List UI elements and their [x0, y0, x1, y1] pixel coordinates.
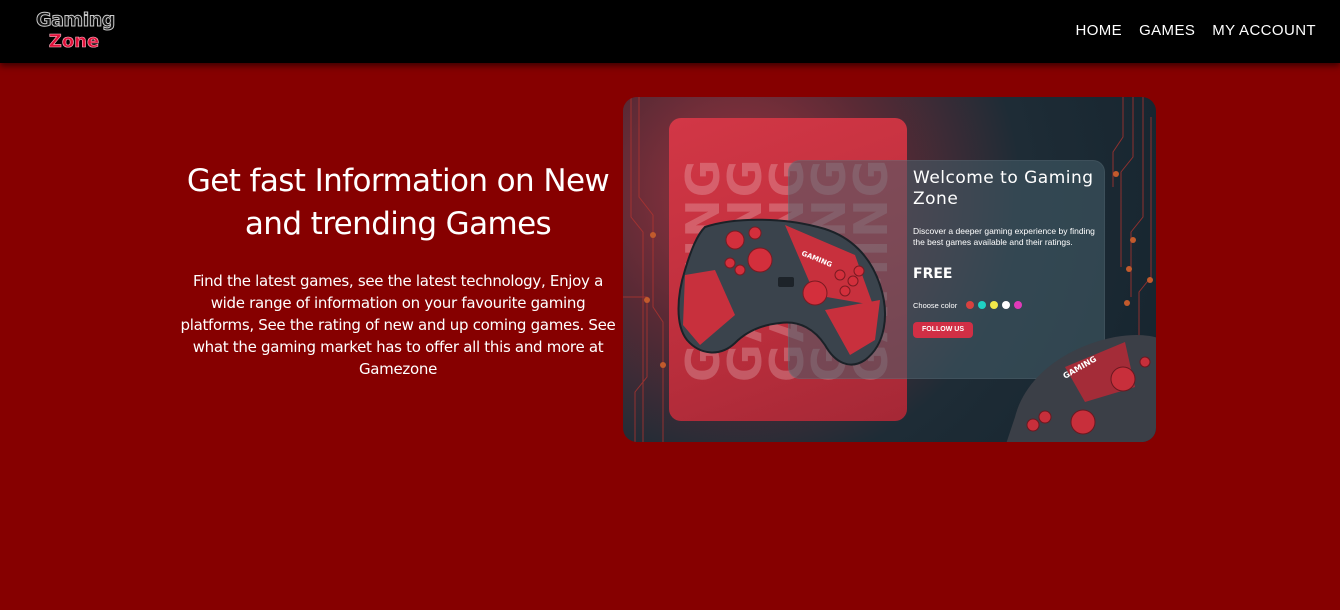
- promo-banner-image: GAMING GAMING GAMING GAMING GAMING GAMIN…: [623, 97, 1156, 442]
- hero-section: Get fast Information on New and trending…: [178, 160, 618, 380]
- logo-text-gaming: Gaming: [36, 9, 116, 32]
- card-price: FREE: [913, 266, 953, 282]
- color-swatch: [990, 301, 998, 309]
- color-swatch: [978, 301, 986, 309]
- nav-link-games[interactable]: GAMES: [1139, 22, 1195, 39]
- gamepad-image: GAMING: [677, 218, 886, 366]
- site-logo[interactable]: Gaming Zone: [36, 9, 116, 53]
- follow-us-button: FOLLOW US: [913, 322, 973, 338]
- hero-description: Find the latest games, see the latest te…: [180, 272, 616, 378]
- choose-color-label: Choose color: [913, 301, 958, 310]
- nav-link-my-account[interactable]: MY ACCOUNT: [1212, 22, 1316, 39]
- hero-title: Get fast Information on New and trending…: [186, 163, 610, 242]
- main-nav: HOME GAMES MY ACCOUNT: [1075, 22, 1316, 39]
- nav-link-home[interactable]: HOME: [1075, 22, 1122, 39]
- color-swatch: [966, 301, 974, 309]
- card-title: Welcome to Gaming Zone: [913, 168, 1094, 209]
- navbar: Gaming Zone HOME GAMES MY ACCOUNT: [0, 0, 1340, 63]
- corner-gamepad-image: GAMING: [1006, 335, 1156, 442]
- card-description: Discover a deeper gaming experience by f…: [913, 226, 1095, 247]
- logo-text-zone: Zone: [48, 31, 100, 53]
